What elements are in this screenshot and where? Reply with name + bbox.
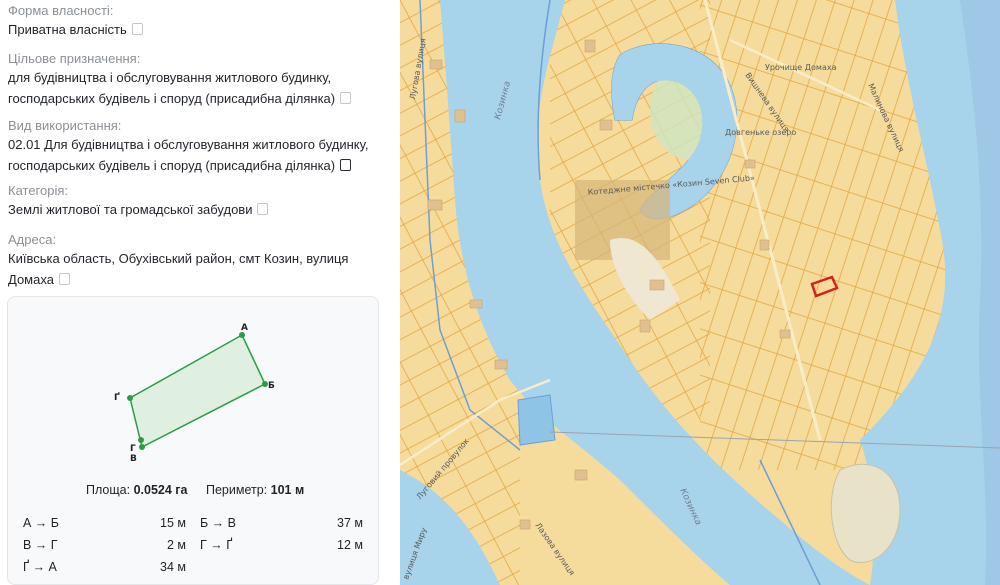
purpose-label: Цільове призначення: (8, 51, 141, 66)
side-length: 12 м (337, 538, 363, 552)
copy-icon[interactable] (340, 158, 352, 171)
side-row: В → Г 2 м (23, 535, 186, 555)
ownership-value: Приватна власність (8, 22, 127, 37)
ownership-label: Форма власності: (8, 3, 114, 18)
parcel-shape-card: А Б Ґ Г В Площа: 0.0524 га Периметр: 101… (7, 296, 379, 585)
side-row: Г → Ґ 12 м (200, 535, 363, 555)
cadastral-map[interactable]: Козинка Козинка Довгеньке озеро Урочище … (400, 0, 1000, 585)
side-length: 2 м (166, 538, 186, 552)
side-name: Г → Ґ (200, 538, 233, 552)
purpose-field: Цільове призначення: для будівництва і о… (8, 50, 393, 109)
vertex-g (138, 437, 144, 443)
side-name: В → Г (23, 538, 58, 552)
area-value: 0.0524 га (133, 483, 188, 497)
address-label: Адреса: (8, 232, 57, 247)
vertex-label-gg: Ґ (114, 392, 120, 403)
side-length: 34 м (160, 560, 186, 574)
cadastre-blue-parcel (517, 394, 556, 446)
vertex-v (139, 444, 145, 450)
ownership-field: Форма власності: Приватна власність (8, 2, 393, 40)
category-value: Землі житлової та громадської забудови (8, 202, 253, 217)
label-locality: Урочище Домаха (765, 63, 837, 72)
side-name: Б → В (200, 516, 236, 530)
copy-icon[interactable] (340, 91, 352, 104)
address-field: Адреса: Київська область, Обухівський ра… (8, 231, 393, 290)
side-row: Ґ → А 34 м (23, 557, 186, 577)
address-value-line1: Київська область, Обухівський район, смт… (8, 251, 349, 266)
side-row: Б → В 37 м (200, 513, 363, 533)
side-row: А → Б 15 м (23, 513, 186, 533)
category-field: Категорія: Землі житлової та громадської… (8, 182, 393, 220)
address-value-line2: Домаха (8, 272, 54, 287)
usage-field: Вид використання: 02.01 Для будівництва … (8, 117, 393, 176)
purpose-value-line1: для будівництва і обслуговування житлово… (8, 70, 332, 85)
perimeter-value: 101 м (270, 483, 305, 497)
purpose-value-line2: господарських будівель і споруд (присади… (8, 91, 336, 106)
vertex-label-b: Б (268, 381, 275, 391)
side-name: А → Б (23, 516, 59, 530)
side-name: Ґ → А (23, 560, 57, 574)
copy-icon[interactable] (58, 272, 70, 285)
side-length: 37 м (337, 516, 363, 530)
usage-label: Вид використання: (8, 118, 122, 133)
vertex-label-a: А (241, 323, 248, 333)
vertex-label-v: В (130, 454, 137, 464)
parcel-shape-diagram: А Б Ґ Г В (114, 323, 275, 464)
parcel-polygon (129, 333, 266, 449)
usage-value-line1: 02.01 Для будівництва і обслуговування ж… (8, 137, 369, 152)
parcel-info-panel: Форма власності: Приватна власність Ціль… (0, 0, 400, 585)
vertex-gg (127, 395, 133, 401)
copy-icon[interactable] (257, 202, 269, 215)
map-canvas[interactable]: Козинка Козинка Довгеньке озеро Урочище … (400, 0, 1000, 585)
vertex-label-g: Г (130, 444, 136, 454)
perimeter-label: Периметр: (206, 483, 268, 497)
usage-value-line2: господарських будівель і споруд (присади… (8, 158, 336, 173)
area-label: Площа: (86, 483, 131, 497)
category-label: Категорія: (8, 183, 69, 198)
copy-icon[interactable] (131, 22, 143, 35)
side-length: 15 м (160, 516, 186, 530)
